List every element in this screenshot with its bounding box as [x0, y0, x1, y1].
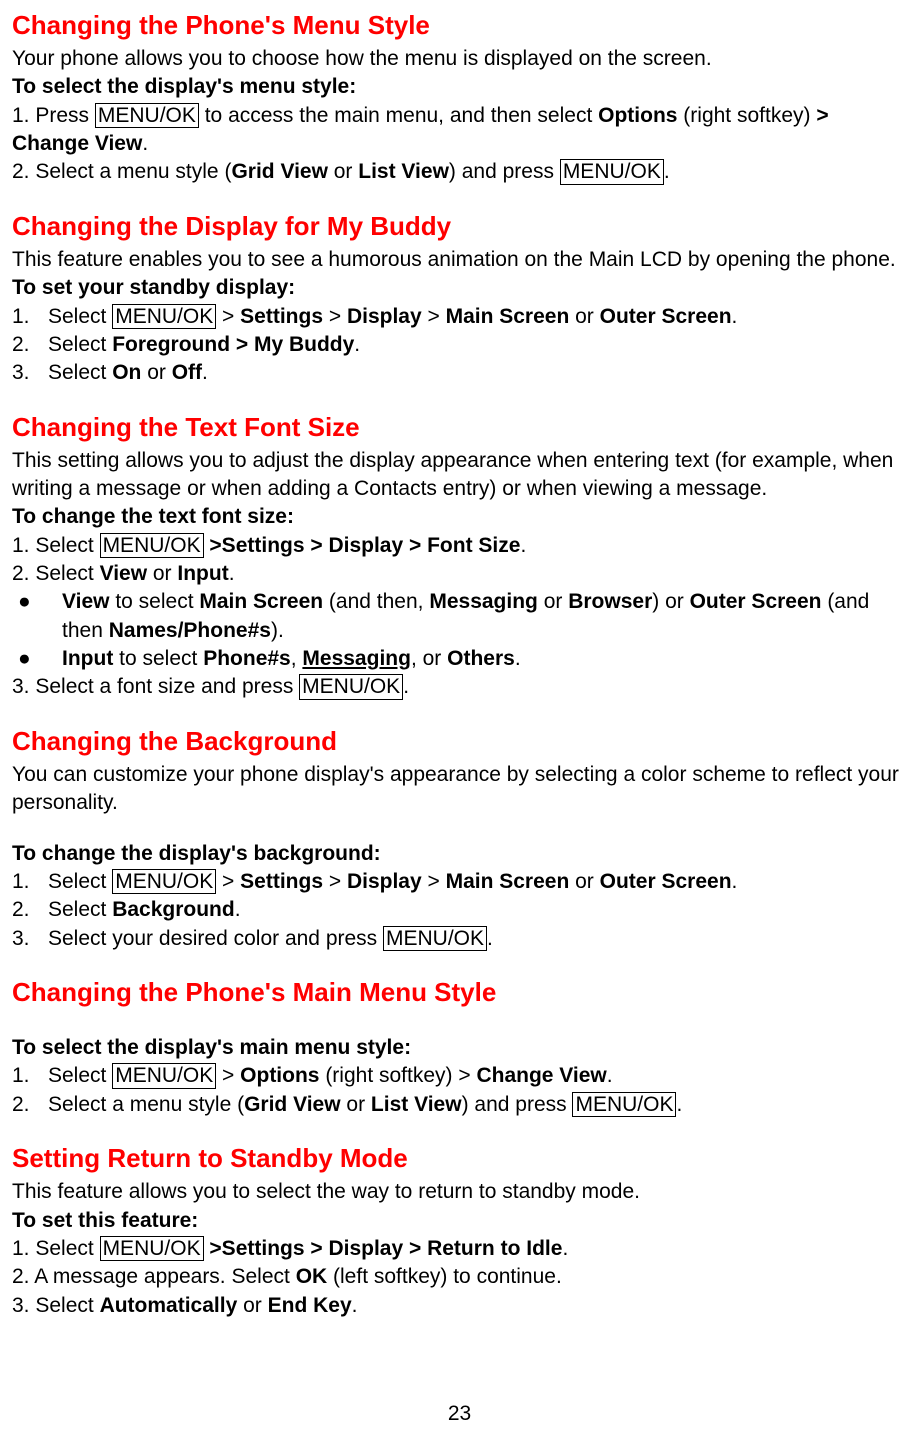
list-item: 1. Select MENU/OK > Options (right softk… — [12, 1062, 907, 1090]
bullet-icon: ● — [12, 588, 62, 645]
heading-my-buddy: Changing the Display for My Buddy — [12, 209, 907, 244]
bullet-item: ● Input to select Phone#s, Messaging, or… — [12, 645, 907, 673]
step-text: 2. Select View or Input. — [12, 560, 907, 588]
menu-ok-key: MENU/OK — [112, 1063, 216, 1088]
step-text: 2. Select a menu style (Grid View or Lis… — [12, 158, 907, 186]
step-text: 1. Select MENU/OK >Settings > Display > … — [12, 1235, 907, 1263]
heading-font-size: Changing the Text Font Size — [12, 410, 907, 445]
menu-ok-key: MENU/OK — [572, 1092, 676, 1117]
menu-ok-key: MENU/OK — [100, 533, 204, 558]
list-item: 2. Select a menu style (Grid View or Lis… — [12, 1091, 907, 1119]
intro-text: This feature enables you to see a humoro… — [12, 246, 907, 274]
list-item: 3. Select your desired color and press M… — [12, 925, 907, 953]
menu-ok-key: MENU/OK — [112, 304, 216, 329]
intro-text: You can customize your phone display's a… — [12, 761, 907, 818]
heading-standby-mode: Setting Return to Standby Mode — [12, 1141, 907, 1176]
intro-text: Your phone allows you to choose how the … — [12, 45, 907, 73]
subheading: To select the display's main menu style: — [12, 1034, 907, 1062]
menu-ok-key: MENU/OK — [560, 159, 664, 184]
menu-ok-key: MENU/OK — [100, 1236, 204, 1261]
heading-menu-style: Changing the Phone's Menu Style — [12, 8, 907, 43]
subheading: To set your standby display: — [12, 274, 907, 302]
subheading: To change the text font size: — [12, 503, 907, 531]
menu-ok-key: MENU/OK — [383, 926, 487, 951]
menu-ok-key: MENU/OK — [95, 103, 199, 128]
step-text: 2. A message appears. Select OK (left so… — [12, 1263, 907, 1291]
bullet-item: ● View to select Main Screen (and then, … — [12, 588, 907, 645]
step-text: 1. Press MENU/OK to access the main menu… — [12, 102, 907, 159]
intro-text: This setting allows you to adjust the di… — [12, 447, 907, 504]
subheading: To change the display's background: — [12, 840, 907, 868]
list-item: 2. Select Foreground > My Buddy. — [12, 331, 907, 359]
subheading: To set this feature: — [12, 1207, 907, 1235]
step-text: 3. Select a font size and press MENU/OK. — [12, 673, 907, 701]
list-item: 1. Select MENU/OK > Settings > Display >… — [12, 868, 907, 896]
heading-main-menu-style: Changing the Phone's Main Menu Style — [12, 975, 907, 1010]
subheading: To select the display's menu style: — [12, 73, 907, 101]
list-item: 3. Select On or Off. — [12, 359, 907, 387]
page-number: 23 — [12, 1400, 907, 1428]
bullet-icon: ● — [12, 645, 62, 673]
intro-text: This feature allows you to select the wa… — [12, 1178, 907, 1206]
menu-ok-key: MENU/OK — [112, 869, 216, 894]
menu-ok-key: MENU/OK — [299, 674, 403, 699]
step-text: 1. Select MENU/OK >Settings > Display > … — [12, 532, 907, 560]
list-item: 2. Select Background. — [12, 896, 907, 924]
list-item: 1. Select MENU/OK > Settings > Display >… — [12, 303, 907, 331]
step-text: 3. Select Automatically or End Key. — [12, 1292, 907, 1320]
heading-background: Changing the Background — [12, 724, 907, 759]
